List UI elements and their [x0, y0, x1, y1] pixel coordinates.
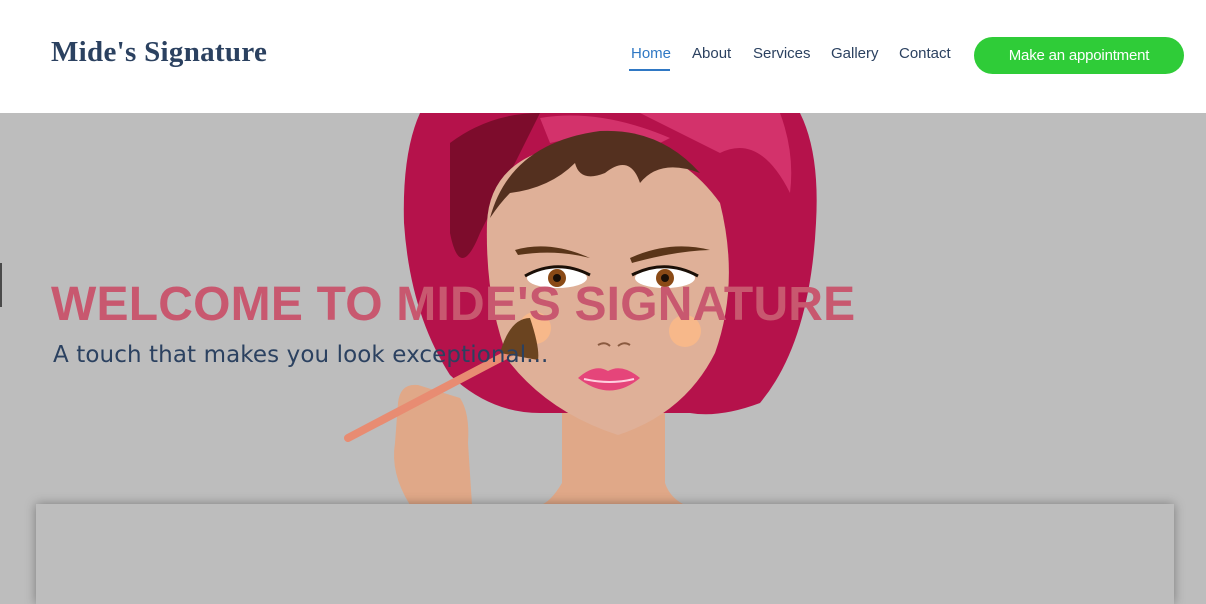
brand-logo[interactable]: Mide's Signature — [51, 36, 267, 69]
hero-subtitle: A touch that makes you look exceptional.… — [53, 342, 549, 368]
nav-home[interactable]: Home — [631, 44, 671, 64]
nav-gallery[interactable]: Gallery — [831, 44, 879, 64]
nav-contact[interactable]: Contact — [899, 44, 951, 64]
side-scroll-tab[interactable] — [0, 263, 2, 307]
nav-services[interactable]: Services — [753, 44, 811, 64]
make-appointment-button[interactable]: Make an appointment — [974, 37, 1184, 74]
nav-about[interactable]: About — [692, 44, 731, 64]
hero-title: WELCOME TO MIDE'S SIGNATURE — [51, 278, 856, 331]
site-header: Mide's Signature Home About Services Gal… — [0, 0, 1206, 113]
content-panel — [36, 504, 1174, 604]
nav-active-indicator — [629, 69, 670, 71]
